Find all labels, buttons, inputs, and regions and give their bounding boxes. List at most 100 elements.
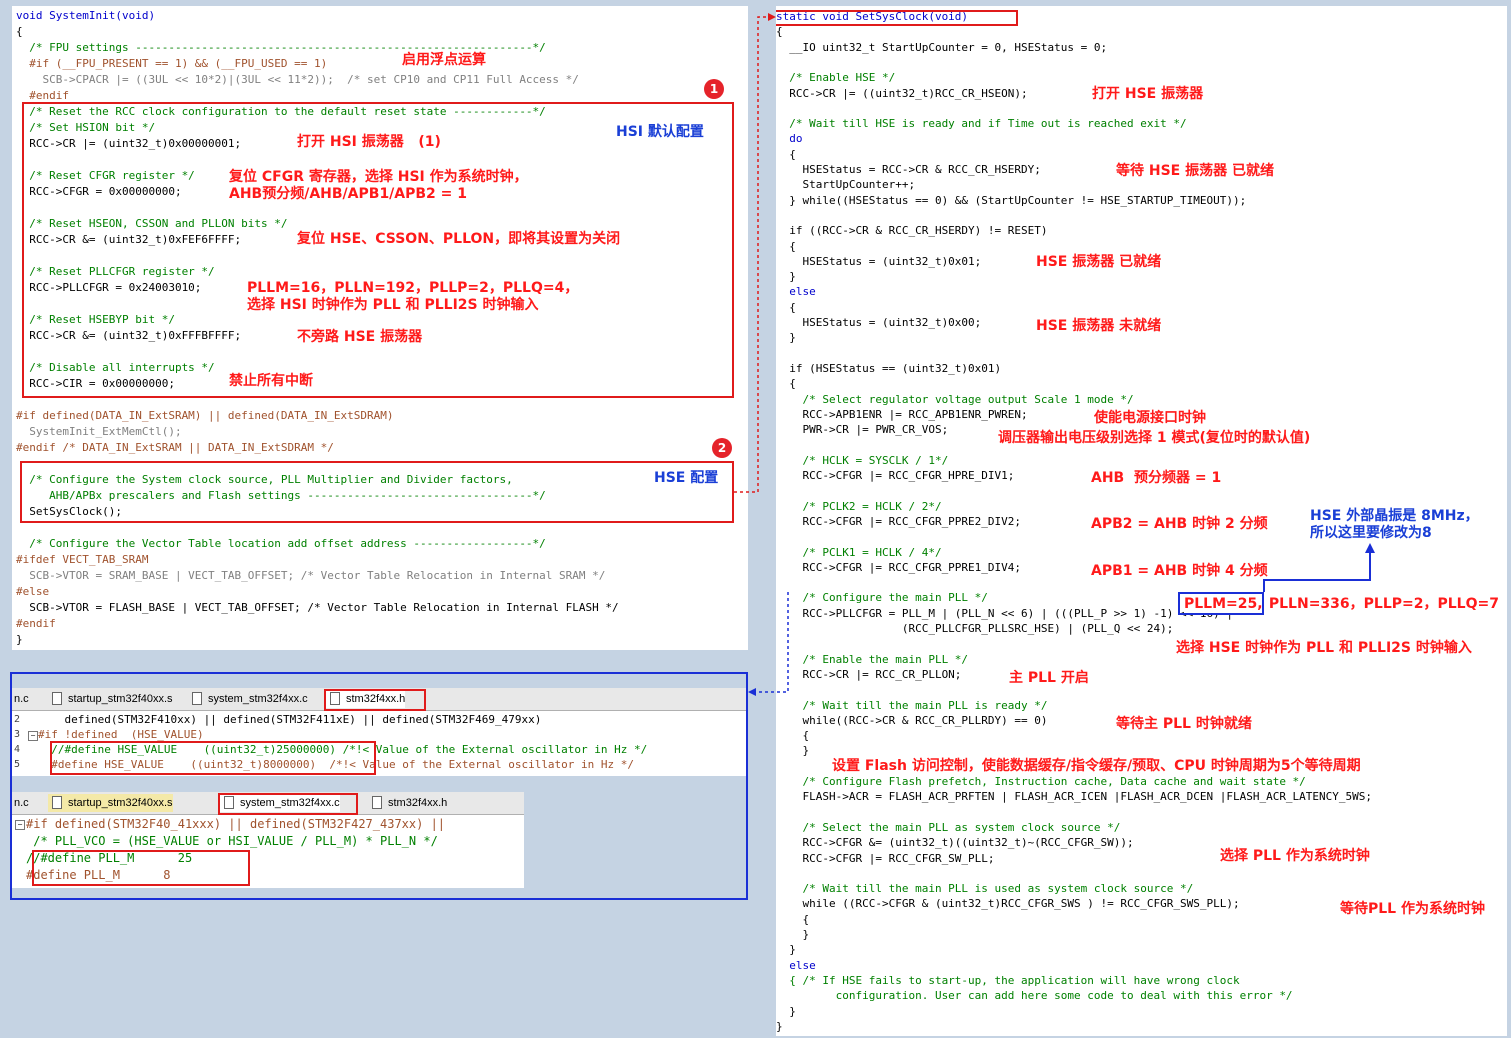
code-line: { — [776, 377, 796, 391]
system-c-tab-box — [218, 793, 358, 815]
code-line: else — [776, 958, 816, 972]
code-line: /* Select the main PLL as system clock s… — [776, 820, 1121, 834]
code-line: __IO uint32_t StartUpCounter = 0, HSESta… — [776, 40, 1108, 54]
anno-hsi-title: HSI 默认配置 — [616, 124, 704, 140]
code-line: /* Configure the Vector Table location a… — [16, 537, 546, 550]
code-line: RCC->CFGR |= RCC_CFGR_SW_PLL; — [776, 851, 995, 865]
code-line: RCC->CFGR |= RCC_CFGR_HPRE_DIV1; — [776, 469, 1015, 482]
anno-hse-notready: HSE 振荡器 未就绪 — [1036, 318, 1162, 334]
code-line: } — [776, 331, 796, 345]
anno-apb1: APB1 = AHB 时钟 4 分频 — [1091, 563, 1268, 579]
code-line: FLASH->ACR = FLASH_ACR_PRFTEN | FLASH_AC… — [776, 790, 1373, 804]
code-line: void SystemInit(void) — [16, 9, 156, 22]
code-line: defined(STM32F410xx) || defined(STM32F41… — [38, 713, 542, 726]
code-line: } — [776, 943, 796, 957]
code-line: #if (__FPU_PRESENT == 1) && (__FPU_USED … — [16, 57, 328, 70]
code-line: #endif — [16, 617, 56, 630]
anno-hseon: 复位 HSE、CSSON、PLLON，即将其设置为关闭 — [297, 231, 621, 247]
code-line: SCB->VTOR = FLASH_BASE | VECT_TAB_OFFSET… — [16, 601, 619, 614]
code-line: { — [776, 729, 810, 743]
hse-value-pllm-panel: n.c startup_stm32f40xx.s system_stm32f4xx.… — [10, 672, 748, 900]
code-line: { — [776, 912, 810, 926]
anno-fpu: 启用浮点运算 — [402, 52, 486, 68]
code-line: do — [776, 132, 803, 146]
code-line: RCC->CFGR |= RCC_CFGR_PPRE2_DIV2; — [776, 514, 1022, 528]
code-line: RCC->CR |= ((uint32_t)RCC_CR_HSEON); — [776, 86, 1028, 100]
anno-sw-pll: 选择 PLL 作为系统时钟 — [1220, 848, 1370, 864]
anno-vos: 调压器输出电压级别选择 1 模式(复位时的默认值) — [998, 430, 1311, 446]
anno-ahb: AHB 预分频器 = 1 — [1091, 470, 1222, 486]
code-line: #ifdef VECT_TAB_SRAM — [16, 553, 149, 566]
anno-hse-title: HSE 配置 — [654, 470, 719, 486]
code-line: while((RCC->CR & RCC_CR_PLLRDY) == 0) — [776, 713, 1048, 727]
code-line: configuration. User can add here some co… — [776, 989, 1293, 1003]
fold-toggle-icon[interactable]: − — [15, 820, 25, 830]
code-line: #endif /* DATA_IN_ExtSRAM || DATA_IN_Ext… — [16, 441, 334, 454]
code-line: /* Enable HSE */ — [776, 71, 896, 85]
left-code-panel: void SystemInit(void){ /* FPU settings -… — [12, 6, 748, 650]
tab-label: stm32f4xx.h — [388, 797, 448, 809]
code-line: RCC->PLLCFGR = PLL_M | (PLL_N << 6) | ((… — [776, 606, 1233, 620]
anno-hsebyp: 不旁路 HSE 振荡器 — [297, 329, 423, 345]
code-line: #else — [16, 585, 50, 598]
code-line: } while((HSEStatus == 0) && (StartUpCoun… — [776, 193, 1247, 207]
line-number: 2 — [14, 714, 21, 725]
tab-label: system_stm32f4xx.c — [208, 693, 308, 705]
arrow-setsysclock — [768, 13, 776, 21]
pllm-highlight-box — [1178, 592, 1264, 615]
code-line: { /* If HSE fails to start-up, the appli… — [776, 973, 1240, 987]
editor-tab[interactable]: stm32f4xx.h — [368, 794, 447, 812]
code-line: /* Wait till the main PLL is ready */ — [776, 698, 1048, 712]
code-line: { — [776, 25, 783, 39]
code-line: /* Wait till HSE is ready and if Time ou… — [776, 117, 1187, 131]
code-line: /* PLL_VCO = (HSE_VALUE or HSI_VALUE / P… — [26, 834, 438, 848]
anno-hse-xtal: HSE 外部晶振是 8MHz， 所以这里要修改为8 — [1310, 508, 1479, 541]
code-line: } — [776, 1019, 783, 1033]
tab-label: n.c — [14, 797, 29, 809]
editor-tab[interactable]: system_stm32f4xx.c — [188, 690, 308, 708]
code-line: StartUpCounter++; — [776, 178, 916, 192]
code-line: { — [776, 239, 796, 253]
editor-tab[interactable]: n.c — [12, 690, 29, 708]
file-icon — [52, 692, 62, 705]
header-file-view: n.c startup_stm32f40xx.s system_stm32f4xx.… — [12, 688, 746, 776]
anno-hsi-on: 打开 HSI 振荡器 (1) — [297, 134, 441, 150]
anno-apb2: APB2 = AHB 时钟 2 分频 — [1091, 516, 1268, 532]
code-line: { — [776, 147, 796, 161]
code-line: #if defined(STM32F40_41xxx) || defined(S… — [26, 817, 446, 831]
line-number: 4 — [14, 744, 21, 755]
code-line: else — [776, 285, 816, 299]
code-line: } — [776, 1004, 796, 1018]
code-line: if ((RCC->CR & RCC_CR_HSERDY) != RESET) — [776, 224, 1048, 238]
code-line: RCC->CR |= RCC_CR_PLLON; — [776, 667, 962, 681]
tab-label: n.c — [14, 693, 29, 705]
line-number: 5 — [14, 759, 21, 770]
anno-pll-rest: PLLN=336，PLLP=2，PLLQ=7 — [1264, 596, 1499, 613]
anno-pll-on: 主 PLL 开启 — [1009, 670, 1089, 686]
code-line: if (HSEStatus == (uint32_t)0x01) — [776, 361, 1002, 375]
anno-cir: 禁止所有中断 — [229, 373, 313, 389]
setsysclock-box — [776, 10, 1018, 26]
code-line: HSEStatus = (uint32_t)0x00; — [776, 316, 982, 329]
anno-hse-ready1: 等待 HSE 振荡器 已就绪 — [1116, 163, 1274, 179]
anno-hse-ready2: HSE 振荡器 已就绪 — [1036, 254, 1162, 270]
tab-label: startup_stm32f40xx.s — [68, 797, 173, 809]
editor-tab[interactable]: n.c — [12, 794, 29, 812]
stm32f4xx-h-tab-box — [324, 689, 426, 711]
anno-sws-wait: 等待PLL 作为系统时钟 — [1340, 901, 1485, 917]
hse-value-box — [50, 741, 376, 775]
editor-tab[interactable]: startup_stm32f40xx.s — [48, 690, 173, 708]
editor-tab[interactable]: startup_stm32f40xx.s — [48, 794, 173, 812]
code-line: /* Wait till the main PLL is used as sys… — [776, 882, 1194, 896]
code-line: PWR->CR |= PWR_CR_VOS; — [776, 423, 949, 437]
hse-config-box — [20, 461, 734, 523]
file-icon — [372, 796, 382, 809]
code-line: RCC->APB1ENR |= RCC_APB1ENR_PWREN; — [776, 407, 1028, 421]
fold-toggle-icon[interactable]: − — [28, 731, 38, 741]
right-code-panel: static void SetSysClock(void){ __IO uint… — [776, 6, 1507, 1036]
code-line: HSEStatus = (uint32_t)0x01; — [776, 254, 982, 268]
code-line: /* PCLK1 = HCLK / 4*/ — [776, 545, 942, 559]
file-icon — [52, 796, 62, 809]
code-line: SCB->VTOR = SRAM_BASE | VECT_TAB_OFFSET;… — [16, 569, 606, 582]
anno-hse-on: 打开 HSE 振荡器 — [1092, 86, 1204, 102]
